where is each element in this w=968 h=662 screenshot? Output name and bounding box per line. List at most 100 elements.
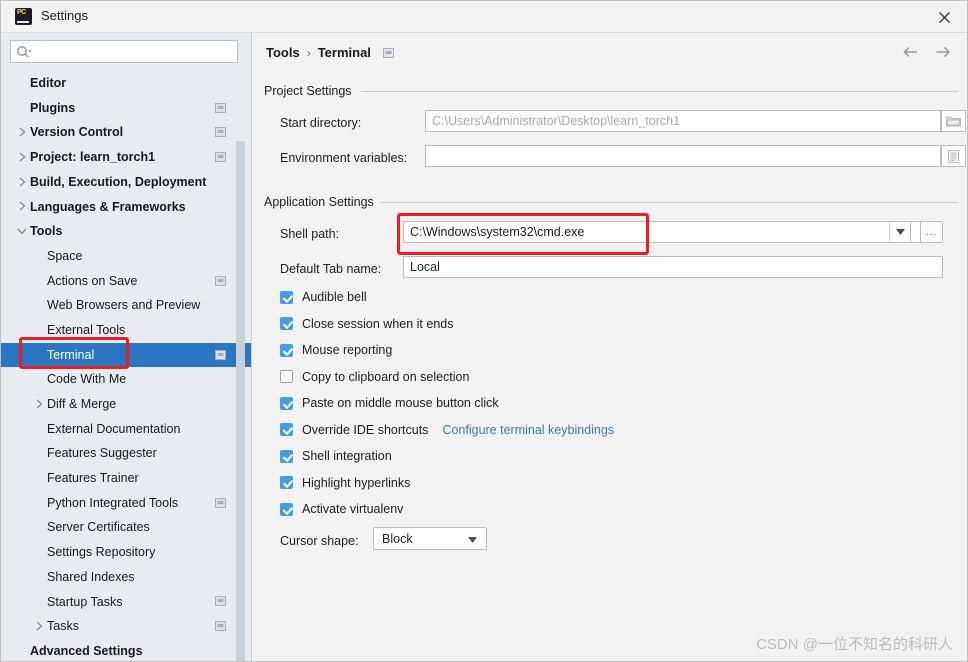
environment-variables-input[interactable] <box>425 145 941 167</box>
start-directory-browse-button[interactable] <box>941 110 966 132</box>
sidebar-scrollbar-track[interactable] <box>236 87 248 661</box>
sidebar-item-tasks[interactable]: Tasks <box>1 614 251 639</box>
forward-arrow-icon[interactable] <box>935 45 951 59</box>
sidebar-item-diff-merge[interactable]: Diff & Merge <box>1 392 251 417</box>
sidebar-item-label: Shared Indexes <box>47 569 135 584</box>
chevron-right-icon[interactable] <box>16 200 28 212</box>
checkbox-indicator[interactable] <box>280 423 293 436</box>
search-input[interactable] <box>35 41 233 62</box>
checkbox-label: Audible bell <box>302 290 367 304</box>
sidebar-item-startup-tasks[interactable]: Startup Tasks <box>1 589 251 614</box>
checkbox-close-session-when-it-ends[interactable]: Close session when it ends <box>280 317 453 331</box>
sidebar-item-label: Settings Repository <box>47 545 156 560</box>
configure-terminal-keybindings-link[interactable]: Configure terminal keybindings <box>442 423 614 437</box>
window-title: Settings <box>41 8 88 23</box>
environment-variables-edit-button[interactable] <box>941 145 966 167</box>
sidebar-item-terminal[interactable]: Terminal <box>1 342 251 368</box>
sidebar-item-label: Code With Me <box>47 372 127 387</box>
sidebar-item-server-certificates[interactable]: Server Certificates <box>1 515 251 540</box>
sidebar-item-label: Web Browsers and Preview <box>47 298 201 313</box>
checkbox-activate-virtualenv[interactable]: Activate virtualenv <box>280 502 403 516</box>
checkbox-indicator[interactable] <box>280 317 293 330</box>
sidebar-item-external-documentation[interactable]: External Documentation <box>1 417 251 442</box>
scope-badge-icon <box>215 349 226 360</box>
checkbox-label: Paste on middle mouse button click <box>302 396 499 410</box>
sidebar-item-version-control[interactable]: Version Control <box>1 120 251 145</box>
checkbox-indicator[interactable] <box>280 476 293 489</box>
sidebar-item-label: External Documentation <box>47 421 181 436</box>
shell-path-input[interactable]: C:\Windows\system32\cmd.exe <box>403 221 941 243</box>
chevron-right-icon[interactable] <box>33 398 45 410</box>
shell-path-dropdown-button[interactable] <box>889 221 911 243</box>
settings-panel: Tools › Terminal Project Settings Start … <box>253 33 967 661</box>
sidebar-scrollbar-thumb[interactable] <box>236 141 245 661</box>
checkbox-indicator[interactable] <box>280 502 293 516</box>
sidebar-item-code-with-me[interactable]: Code With Me <box>1 367 251 392</box>
sidebar-item-label: External Tools <box>47 322 126 337</box>
sidebar-item-editor[interactable]: Editor <box>1 71 251 96</box>
sidebar-item-label: Python Integrated Tools <box>47 495 179 510</box>
chevron-down-icon <box>895 229 905 235</box>
sidebar-item-settings-repository[interactable]: Settings Repository <box>1 540 251 565</box>
chevron-right-icon[interactable] <box>16 151 28 163</box>
scope-badge-icon <box>215 102 226 113</box>
project-settings-group-title: Project Settings <box>264 84 358 98</box>
logo-bar <box>17 20 29 23</box>
sidebar-item-actions-on-save[interactable]: Actions on Save <box>1 269 251 294</box>
checkbox-mouse-reporting[interactable]: Mouse reporting <box>280 343 392 357</box>
checkbox-label: Highlight hyperlinks <box>302 475 411 490</box>
breadcrumb-parent[interactable]: Tools <box>266 45 300 60</box>
logo-text: PC <box>17 9 26 16</box>
sidebar-item-label: Advanced Settings <box>30 643 143 658</box>
sidebar-item-web-browsers-and-preview[interactable]: Web Browsers and Preview <box>1 293 251 318</box>
breadcrumb-current[interactable]: Terminal <box>318 45 371 60</box>
checkbox-indicator[interactable] <box>280 343 293 357</box>
default-tab-name-input[interactable]: Local <box>403 256 943 278</box>
checkbox-indicator[interactable] <box>280 449 293 463</box>
checkbox-highlight-hyperlinks[interactable]: Highlight hyperlinks <box>280 476 410 490</box>
search-box[interactable] <box>10 40 238 63</box>
checkbox-label: Override IDE shortcuts <box>302 422 429 437</box>
breadcrumb-separator: › <box>306 45 311 60</box>
sidebar-item-languages-frameworks[interactable]: Languages & Frameworks <box>1 194 251 219</box>
sidebar-item-label: Build, Execution, Deployment <box>30 174 207 189</box>
chevron-right-icon[interactable] <box>16 126 28 138</box>
checkbox-indicator[interactable] <box>280 290 293 304</box>
sidebar-item-shared-indexes[interactable]: Shared Indexes <box>1 565 251 590</box>
sidebar-item-space[interactable]: Space <box>1 244 251 269</box>
sidebar-item-project-learn-torch1[interactable]: Project: learn_torch1 <box>1 145 251 170</box>
checkbox-indicator[interactable] <box>280 370 293 383</box>
checkbox-audible-bell[interactable]: Audible bell <box>280 290 367 304</box>
shell-path-browse-button[interactable]: ... <box>920 221 943 243</box>
start-directory-input[interactable]: C:\Users\Administrator\Desktop\learn_tor… <box>425 110 941 132</box>
checkbox-indicator[interactable] <box>280 396 293 410</box>
sidebar-item-build-execution-deployment[interactable]: Build, Execution, Deployment <box>1 170 251 195</box>
checkbox-copy-to-clipboard-on-selection[interactable]: Copy to clipboard on selection <box>280 370 469 384</box>
chevron-down-icon[interactable] <box>16 225 28 237</box>
back-arrow-icon[interactable] <box>903 45 919 59</box>
sidebar-item-label: Terminal <box>47 347 95 362</box>
chevron-right-icon[interactable] <box>33 620 45 632</box>
checkbox-paste-on-middle-mouse-button-click[interactable]: Paste on middle mouse button click <box>280 396 499 410</box>
checkbox-label: Mouse reporting <box>302 343 393 357</box>
sidebar-item-python-integrated-tools[interactable]: Python Integrated Tools <box>1 491 251 516</box>
sidebar-item-features-trainer[interactable]: Features Trainer <box>1 466 251 491</box>
pycharm-logo-icon: PC <box>15 8 32 25</box>
scope-badge-icon <box>215 152 226 163</box>
sidebar-item-plugins[interactable]: Plugins <box>1 96 251 121</box>
sidebar-item-tools[interactable]: Tools <box>1 219 251 244</box>
checkbox-override-ide-shortcuts[interactable]: Override IDE shortcuts Configure terminal… <box>280 423 614 437</box>
close-icon <box>938 11 950 23</box>
sidebar-item-external-tools[interactable]: External Tools <box>1 318 251 343</box>
scope-badge-icon <box>382 47 394 58</box>
sidebar-item-features-suggester[interactable]: Features Suggester <box>1 441 251 466</box>
watermark-text: CSDN @一位不知名的科研人 <box>756 636 953 653</box>
close-button[interactable] <box>933 7 955 27</box>
cursor-shape-select[interactable]: Block <box>373 527 487 550</box>
sidebar-item-label: Version Control <box>30 125 124 140</box>
checkbox-shell-integration[interactable]: Shell integration <box>280 449 392 463</box>
sidebar-item-advanced-settings[interactable]: Advanced Settings <box>1 639 251 661</box>
chevron-right-icon[interactable] <box>16 176 28 188</box>
environment-variables-label: Environment variables: <box>280 151 408 165</box>
start-directory-label: Start directory: <box>280 116 362 130</box>
